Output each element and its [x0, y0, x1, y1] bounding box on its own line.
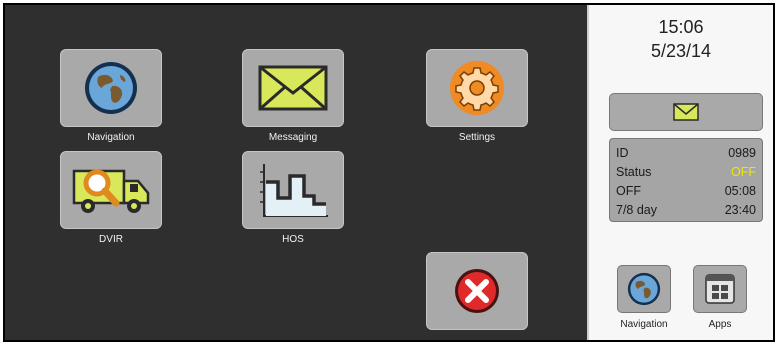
info-label: ID [616, 146, 629, 160]
hos-app[interactable]: HOS [242, 151, 344, 249]
globe-icon [627, 272, 661, 306]
clock-date: 5/23/14 [650, 41, 712, 61]
app-launcher: Navigation Messaging Settings DVIR HOS [5, 5, 587, 340]
info-value: 05:08 [724, 184, 756, 198]
messaging-app-button[interactable] [242, 49, 344, 127]
hos-app-label: HOS [282, 234, 304, 245]
dvir-app-label: DVIR [99, 234, 123, 245]
envelope-icon [673, 103, 699, 121]
close-button[interactable] [426, 252, 528, 330]
settings-app-button[interactable] [426, 49, 528, 127]
info-value: 23:40 [724, 203, 756, 217]
navigation-app[interactable]: Navigation [60, 49, 162, 147]
info-row-7-8-day: 7/8 day 23:40 [616, 201, 756, 220]
dvir-app[interactable]: DVIR [60, 151, 162, 249]
close-icon [455, 269, 499, 313]
dock-apps-label: Apps [708, 319, 732, 330]
info-label: Status [616, 165, 652, 179]
message-button[interactable] [609, 93, 763, 131]
hos-app-button[interactable] [242, 151, 344, 229]
status-panel: 15:06 5/23/14 ID 0989 Status OFF OFF 05:… [587, 5, 773, 340]
apps-grid-icon [705, 274, 735, 304]
dock-navigation-button[interactable] [617, 265, 671, 313]
navigation-app-button[interactable] [60, 49, 162, 127]
truck-inspection-icon [72, 169, 150, 213]
envelope-icon [258, 65, 328, 111]
info-row-status: Status OFF [616, 163, 756, 182]
info-row-id: ID 0989 [616, 144, 756, 163]
clock-time: 15:06 [658, 17, 704, 37]
info-label: 7/8 day [616, 203, 658, 217]
navigation-app-label: Navigation [87, 132, 135, 143]
dvir-app-button[interactable] [60, 151, 162, 229]
settings-app-label: Settings [458, 132, 496, 143]
dock-apps[interactable]: Apps [685, 265, 755, 331]
info-value: 0989 [728, 146, 756, 160]
dock-navigation-label: Navigation [620, 319, 668, 330]
globe-icon [85, 62, 137, 114]
settings-app[interactable]: Settings [426, 49, 528, 147]
messaging-app[interactable]: Messaging [242, 49, 344, 147]
info-label: OFF [616, 184, 641, 198]
close-app[interactable] [426, 252, 528, 340]
dock-navigation[interactable]: Navigation [609, 265, 679, 331]
hos-graph-icon [260, 164, 328, 217]
driver-status-box: ID 0989 Status OFF OFF 05:08 7/8 day 23:… [609, 138, 763, 222]
info-row-off: OFF 05:08 [616, 182, 756, 201]
messaging-app-label: Messaging [268, 132, 318, 143]
dock-apps-button[interactable] [693, 265, 747, 313]
device-screen: Navigation Messaging Settings DVIR HOS 1… [3, 3, 775, 342]
gear-icon [450, 61, 504, 115]
status-value: OFF [731, 165, 756, 179]
